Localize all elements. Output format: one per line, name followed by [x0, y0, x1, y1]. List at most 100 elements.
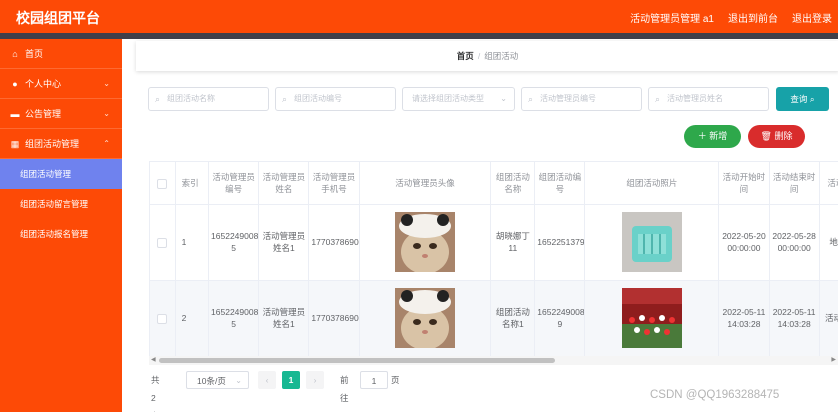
- cell-start-time: 2022-05-11 14:03:28: [718, 280, 770, 357]
- column-header[interactable]: 活动地点: [819, 162, 838, 205]
- chevron-down-icon: ⌄: [500, 94, 507, 103]
- basket-photo-image[interactable]: [621, 212, 682, 272]
- delete-button[interactable]: 🗑 删除: [748, 125, 805, 148]
- back-to-front-link[interactable]: 退出到前台: [728, 10, 778, 25]
- column-header[interactable]: 活动开始时间: [718, 162, 770, 205]
- column-header[interactable]: 活动管理员头像: [359, 162, 492, 205]
- admin-user-link[interactable]: 活动管理员管理 a1: [630, 10, 714, 25]
- sidebar-item-home[interactable]: ⌂ 首页: [0, 39, 122, 69]
- chevron-down-icon: ⌄: [235, 376, 242, 385]
- sidebar: ⌂ 首页 ● 个人中心 ⌄ ▬ 公告管理 ⌄ ▦ 组团活动管理 ⌃ 组团活动管理 组团活…: [0, 39, 122, 412]
- notice-icon: ▬: [10, 109, 20, 119]
- chevron-down-icon: ⌄: [103, 79, 110, 88]
- goto-label: 前往: [340, 375, 349, 403]
- scrollbar-thumb[interactable]: [159, 358, 555, 363]
- user-icon: ●: [12, 79, 18, 89]
- sidebar-item-activity[interactable]: ▦ 组团活动管理 ⌃: [0, 129, 122, 159]
- table-header-row: 索引 活动管理员编号 活动管理员姓名 活动管理员手机号 活动管理员头像 组团活动…: [150, 162, 838, 205]
- cell-manager-number: 16522490086341 5: [208, 280, 260, 357]
- cell-start-time: 2022-05-20 00:00:00: [718, 204, 770, 281]
- breadcrumb-home[interactable]: 首页: [457, 51, 474, 61]
- cell-activity-photo: [584, 204, 720, 281]
- cat-avatar-image[interactable]: [394, 288, 455, 348]
- cell-manager-name: 活动管理员姓名1: [258, 204, 310, 281]
- cell-activity-number: 16522490086205 9: [534, 280, 586, 357]
- scroll-right-icon[interactable]: ▶: [831, 356, 836, 365]
- search-icon: ⌕: [282, 94, 288, 104]
- cell-avatar: [359, 280, 492, 357]
- data-table: 索引 活动管理员编号 活动管理员姓名 活动管理员手机号 活动管理员头像 组团活动…: [149, 161, 838, 365]
- manager-number-input[interactable]: ⌕ 活动管理员编号: [521, 87, 642, 111]
- pagination-total: 共 2 条: [151, 375, 160, 412]
- cell-end-time: 2022-05-11 14:03:28: [769, 280, 820, 357]
- sidebar-item-profile[interactable]: ● 个人中心 ⌄: [0, 69, 122, 99]
- search-icon: ⌕: [809, 94, 815, 104]
- cell-avatar: [359, 204, 492, 281]
- sidebar-subitem-messages[interactable]: 组团活动留言管理: [0, 189, 122, 219]
- column-header[interactable]: 活动管理员姓名: [258, 162, 310, 205]
- top-bar: 校园组团平台 活动管理员管理 a1 退出到前台 退出登录: [0, 0, 838, 33]
- chevron-up-icon: ⌃: [103, 139, 110, 148]
- cell-phone: 17703786901: [308, 204, 360, 281]
- add-button[interactable]: ＋ 新增: [684, 125, 741, 148]
- horizontal-scrollbar[interactable]: ◀ ▶: [149, 356, 838, 365]
- chevron-right-icon: ›: [313, 375, 317, 385]
- goto-page-input[interactable]: 1: [360, 371, 388, 389]
- page-size-select[interactable]: 10条/页 ⌄: [186, 371, 249, 389]
- page-number-button[interactable]: 1: [282, 371, 300, 389]
- breadcrumb-separator: /: [477, 51, 481, 61]
- app-title: 校园组团平台: [16, 10, 100, 26]
- select-all-checkbox[interactable]: [150, 162, 176, 205]
- chevron-down-icon: ⌄: [103, 109, 110, 118]
- search-icon: ⌕: [155, 94, 161, 104]
- sidebar-subitem-signups[interactable]: 组团活动报名管理: [0, 219, 122, 249]
- column-header[interactable]: 组团活动名称: [490, 162, 536, 205]
- page-unit-label: 页: [391, 375, 400, 385]
- scroll-left-icon[interactable]: ◀: [151, 356, 156, 365]
- header-links: 活动管理员管理 a1 退出到前台 退出登录: [630, 10, 832, 25]
- activity-type-select[interactable]: 请选择组团活动类型 ⌄: [402, 87, 515, 111]
- cell-phone: 17703786901: [308, 280, 360, 357]
- prev-page-button[interactable]: ‹: [258, 371, 276, 389]
- table-row[interactable]: 2 16522490086341 5 活动管理员姓名1 17703786901: [150, 280, 838, 357]
- main-content: 首页 / 组团活动 ⌕ 组团活动名称 ⌕ 组团活动编号 请选择组团活动类型 ⌄ ⌕ 活动管理…: [122, 39, 838, 412]
- column-header[interactable]: 活动管理员手机号: [308, 162, 360, 205]
- breadcrumb-current: 组团活动: [484, 51, 519, 61]
- activity-name-input[interactable]: ⌕ 组团活动名称: [148, 87, 269, 111]
- watermark: CSDN @QQ1963288475: [650, 389, 780, 401]
- activity-number-input[interactable]: ⌕ 组团活动编号: [275, 87, 396, 111]
- cell-manager-name: 活动管理员姓名1: [258, 280, 310, 357]
- column-header[interactable]: 活动结束时间: [769, 162, 820, 205]
- row-checkbox[interactable]: [150, 204, 176, 281]
- cell-place: 地点111: [819, 204, 838, 281]
- cell-index: 1: [175, 204, 210, 281]
- logout-link[interactable]: 退出登录: [792, 10, 832, 25]
- cell-activity-name: 组团活动名称1: [490, 280, 536, 357]
- cell-place: 活动地点1: [819, 280, 838, 357]
- query-button[interactable]: 查询 ⌕: [776, 87, 829, 111]
- table-row[interactable]: 1 16522490086341 5 活动管理员姓名1 17703786901: [150, 204, 838, 281]
- plus-icon: ＋: [697, 131, 707, 141]
- home-icon: ⌂: [12, 49, 18, 59]
- column-header[interactable]: 组团活动照片: [584, 162, 720, 205]
- cell-end-time: 2022-05-28 00:00:00: [769, 204, 820, 281]
- cell-activity-number: 1652251379514: [534, 204, 586, 281]
- next-page-button[interactable]: ›: [306, 371, 324, 389]
- search-icon: ⌕: [655, 94, 661, 104]
- cell-manager-number: 16522490086341 5: [208, 204, 260, 281]
- column-header[interactable]: 活动管理员编号: [208, 162, 260, 205]
- sidebar-item-notice[interactable]: ▬ 公告管理 ⌄: [0, 99, 122, 129]
- group-photo-image[interactable]: [621, 288, 682, 348]
- breadcrumb: 首页 / 组团活动: [136, 41, 838, 71]
- grid-icon: ▦: [10, 139, 20, 149]
- sidebar-subitem-activity[interactable]: 组团活动管理: [0, 159, 122, 189]
- trash-icon: 🗑: [760, 131, 772, 141]
- cat-avatar-image[interactable]: [394, 212, 455, 272]
- row-checkbox[interactable]: [150, 280, 176, 357]
- manager-name-input[interactable]: ⌕ 活动管理员姓名: [648, 87, 769, 111]
- chevron-left-icon: ‹: [265, 375, 269, 385]
- column-header[interactable]: 组团活动编号: [534, 162, 586, 205]
- search-icon: ⌕: [528, 94, 534, 104]
- cell-activity-name: 胡晓娜丁11: [490, 204, 536, 281]
- column-header[interactable]: 索引: [175, 162, 210, 205]
